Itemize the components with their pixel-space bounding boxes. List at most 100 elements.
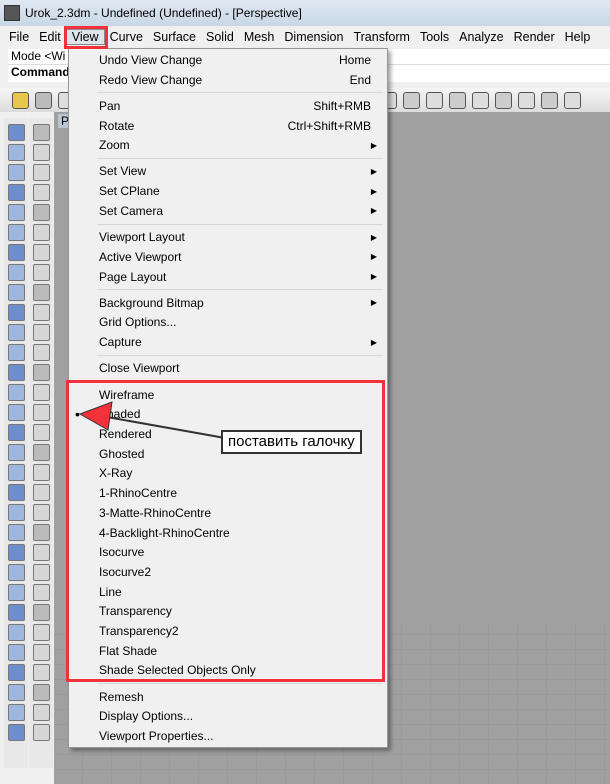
menu-item-transparency2[interactable]: Transparency2 <box>71 621 385 641</box>
menu-item-zoom[interactable]: Zoom ▶ <box>71 135 385 155</box>
left-tool-icon[interactable] <box>32 384 50 401</box>
left-tool-icon[interactable] <box>7 184 25 201</box>
menu-item-display-options[interactable]: Display Options... <box>71 706 385 726</box>
menu-item-redo-view-change[interactable]: Redo View Change End <box>71 70 385 90</box>
left-tool-icon[interactable] <box>32 724 50 741</box>
left-tool-icon[interactable] <box>7 124 25 141</box>
menu-item-viewport-properties[interactable]: Viewport Properties... <box>71 726 385 746</box>
toolbar-tool-icon[interactable] <box>495 91 512 109</box>
left-tool-icon[interactable] <box>7 324 25 341</box>
menu-item-3-matte-rhinocentre[interactable]: 3-Matte-RhinoCentre <box>71 503 385 523</box>
left-tool-icon[interactable] <box>7 444 25 461</box>
left-tool-icon[interactable] <box>7 164 25 181</box>
left-tool-icon[interactable] <box>7 704 25 721</box>
left-tool-icon[interactable] <box>32 584 50 601</box>
left-tool-icon[interactable] <box>32 184 50 201</box>
left-tool-icon[interactable] <box>32 364 50 381</box>
left-tool-icon[interactable] <box>7 584 25 601</box>
menu-item-viewport-layout[interactable]: Viewport Layout ▶ <box>71 227 385 247</box>
left-tool-icon[interactable] <box>32 544 50 561</box>
menu-item-background-bitmap[interactable]: Background Bitmap ▶ <box>71 293 385 313</box>
toolbar-tool-icon[interactable] <box>449 91 466 109</box>
menu-item-set-cplane[interactable]: Set CPlane ▶ <box>71 181 385 201</box>
toolbar-tool-icon[interactable] <box>518 91 535 109</box>
left-tool-icon[interactable] <box>7 604 25 621</box>
left-tool-icon[interactable] <box>7 304 25 321</box>
menu-item-undo-view-change[interactable]: Undo View Change Home <box>71 50 385 70</box>
left-tool-icon[interactable] <box>32 284 50 301</box>
menu-item-transparency[interactable]: Transparency <box>71 601 385 621</box>
left-tool-icon[interactable] <box>7 544 25 561</box>
toolbar-tool-icon[interactable] <box>564 91 581 109</box>
left-tool-icon[interactable] <box>7 664 25 681</box>
menu-item-x-ray[interactable]: X-Ray <box>71 464 385 484</box>
left-tool-icon[interactable] <box>7 684 25 701</box>
left-tool-icon[interactable] <box>32 304 50 321</box>
left-tool-icon[interactable] <box>32 664 50 681</box>
menu-item-set-view[interactable]: Set View ▶ <box>71 162 385 182</box>
left-tool-icon[interactable] <box>7 424 25 441</box>
menu-item-close-viewport[interactable]: Close Viewport <box>71 359 385 379</box>
menu-edit[interactable]: Edit <box>34 30 66 44</box>
left-tool-icon[interactable] <box>7 284 25 301</box>
menu-help[interactable]: Help <box>560 30 596 44</box>
left-tool-icon[interactable] <box>7 144 25 161</box>
left-tool-icon[interactable] <box>32 164 50 181</box>
left-tool-icon[interactable] <box>7 484 25 501</box>
menu-item-4-backlight-rhinocentre[interactable]: 4-Backlight-RhinoCentre <box>71 523 385 543</box>
left-tool-icon[interactable] <box>32 484 50 501</box>
left-tool-icon[interactable] <box>32 704 50 721</box>
menu-analyze[interactable]: Analyze <box>454 30 508 44</box>
left-tool-icon[interactable] <box>7 204 25 221</box>
left-tool-icon[interactable] <box>32 604 50 621</box>
left-tool-icon[interactable] <box>7 224 25 241</box>
left-tool-icon[interactable] <box>7 384 25 401</box>
toolbar-tool-icon[interactable] <box>12 91 29 109</box>
left-tool-icon[interactable] <box>32 444 50 461</box>
menu-solid[interactable]: Solid <box>201 30 239 44</box>
left-tool-icon[interactable] <box>32 564 50 581</box>
toolbar-tool-icon[interactable] <box>472 91 489 109</box>
menu-view[interactable]: View <box>65 28 105 45</box>
left-tool-icon[interactable] <box>7 264 25 281</box>
menu-item-isocurve[interactable]: Isocurve <box>71 542 385 562</box>
left-tool-icon[interactable] <box>32 504 50 521</box>
left-tool-icon[interactable] <box>7 504 25 521</box>
left-tool-icon[interactable] <box>32 204 50 221</box>
left-tool-icon[interactable] <box>32 144 50 161</box>
left-tool-icon[interactable] <box>32 524 50 541</box>
menu-render[interactable]: Render <box>509 30 560 44</box>
left-tool-icon[interactable] <box>7 404 25 421</box>
left-tool-icon[interactable] <box>7 624 25 641</box>
menu-dimension[interactable]: Dimension <box>279 30 348 44</box>
left-tool-icon[interactable] <box>32 124 50 141</box>
left-tool-icon[interactable] <box>32 264 50 281</box>
menu-item-remesh[interactable]: Remesh <box>71 687 385 707</box>
menu-item-pan[interactable]: Pan Shift+RMB <box>71 96 385 116</box>
menu-surface[interactable]: Surface <box>148 30 201 44</box>
menu-item-flat-shade[interactable]: Flat Shade <box>71 641 385 661</box>
left-tool-icon[interactable] <box>32 324 50 341</box>
left-tool-icon[interactable] <box>32 684 50 701</box>
left-tool-icon[interactable] <box>32 624 50 641</box>
menu-item-set-camera[interactable]: Set Camera ▶ <box>71 201 385 221</box>
menu-item-isocurve2[interactable]: Isocurve2 <box>71 562 385 582</box>
left-tool-icon[interactable] <box>32 244 50 261</box>
menu-item-1-rhinocentre[interactable]: 1-RhinoCentre <box>71 483 385 503</box>
left-tool-icon[interactable] <box>7 244 25 261</box>
menu-curve[interactable]: Curve <box>105 30 148 44</box>
left-tool-icon[interactable] <box>7 344 25 361</box>
left-tool-icon[interactable] <box>32 424 50 441</box>
menu-mesh[interactable]: Mesh <box>239 30 280 44</box>
left-tool-icon[interactable] <box>32 224 50 241</box>
toolbar-tool-icon[interactable] <box>426 91 443 109</box>
menu-item-page-layout[interactable]: Page Layout ▶ <box>71 267 385 287</box>
left-tool-icon[interactable] <box>7 364 25 381</box>
toolbar-tool-icon[interactable] <box>541 91 558 109</box>
menu-item-shade-selected-objects-only[interactable]: Shade Selected Objects Only <box>71 661 385 681</box>
menu-item-line[interactable]: Line <box>71 582 385 602</box>
menu-file[interactable]: File <box>4 30 34 44</box>
left-tool-icon[interactable] <box>7 564 25 581</box>
menu-transform[interactable]: Transform <box>348 30 415 44</box>
toolbar-tool-icon[interactable] <box>35 91 52 109</box>
